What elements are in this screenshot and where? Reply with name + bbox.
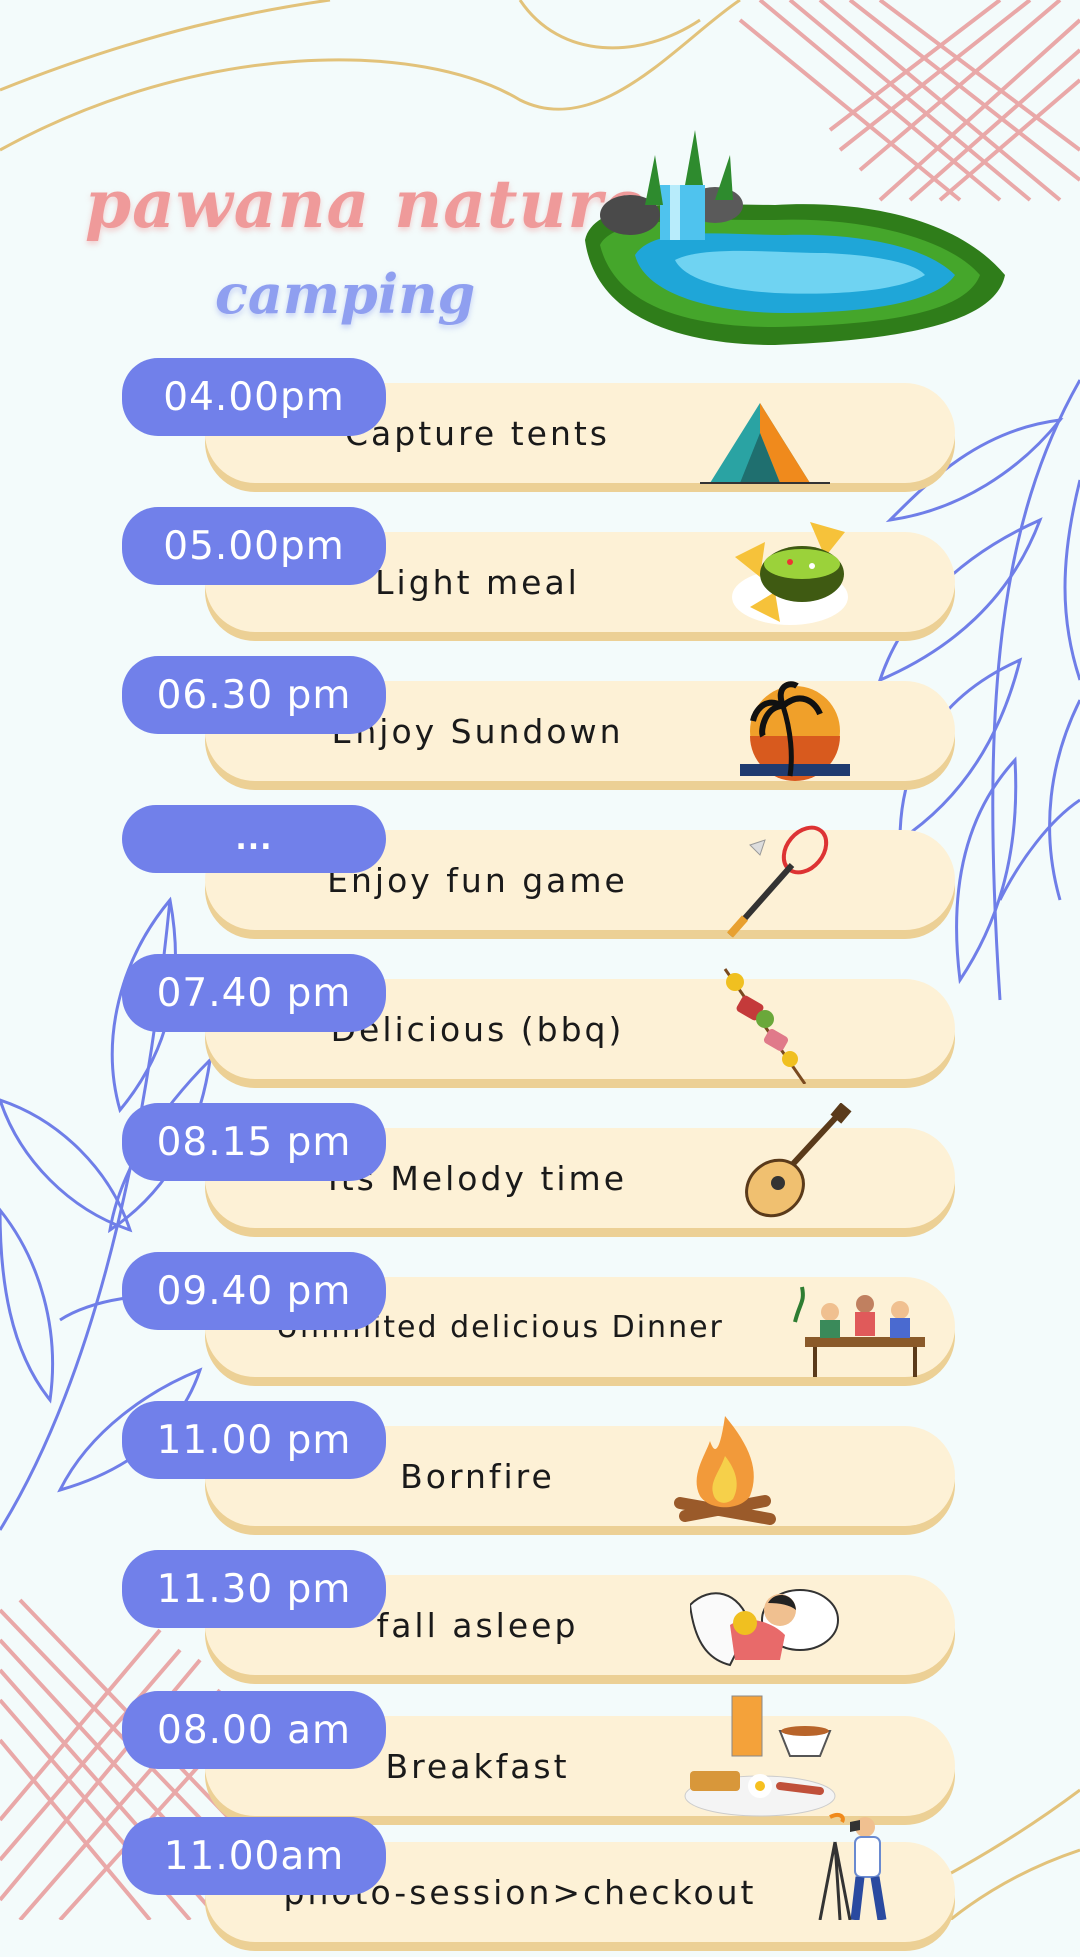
time-pill: 08.15 pm (122, 1103, 386, 1181)
time-pill: 05.00pm (122, 507, 386, 585)
schedule-row: Its Melody time 08.15 pm (0, 1103, 1080, 1243)
sleeping-icon (690, 1589, 839, 1667)
bonfire-icon (674, 1416, 776, 1525)
time-pill: 08.00 am (122, 1691, 386, 1769)
tent-icon (700, 403, 830, 484)
breakfast-icon (684, 1695, 836, 1817)
title-line-1: pawana nature (85, 165, 647, 243)
guitar-icon (745, 1103, 852, 1218)
sunset-palm-icon (740, 681, 850, 781)
photographer-icon (818, 1812, 887, 1920)
dinner-table-icon (793, 1286, 925, 1377)
schedule-row: fall asleep 11.30 pm (0, 1550, 1080, 1690)
time-pill: 09.40 pm (122, 1252, 386, 1330)
time-pill: 11.30 pm (122, 1550, 386, 1628)
time-pill: 11.00 pm (122, 1401, 386, 1479)
schedule-row: Light meal 05.00pm (0, 507, 1080, 647)
waterfall-pond-icon (585, 130, 1005, 345)
schedule-row: Breakfast 08.00 am (0, 1691, 1080, 1831)
schedule-row: Unlimited delicious Dinner 09.40 pm (0, 1252, 1080, 1392)
schedule-row: Delicious (bbq) 07.40 pm (0, 954, 1080, 1094)
schedule-row: Bornfire 11.00 pm (0, 1401, 1080, 1541)
time-pill: 11.00am (122, 1817, 386, 1895)
skewer-icon (723, 968, 807, 1084)
nachos-icon (732, 522, 848, 625)
schedule-row: Enjoy Sundown 06.30 pm (0, 656, 1080, 796)
time-pill: 04.00pm (122, 358, 386, 436)
time-pill: 07.40 pm (122, 954, 386, 1032)
badminton-icon (727, 825, 829, 938)
title-line-2: camping (215, 262, 476, 326)
time-pill: ... (122, 805, 386, 873)
time-pill: 06.30 pm (122, 656, 386, 734)
schedule-row: Enjoy fun game ... (0, 805, 1080, 945)
schedule-row: photo-session>checkout 11.00am (0, 1812, 1080, 1957)
schedule-row: Capture tents 04.00pm (0, 358, 1080, 498)
